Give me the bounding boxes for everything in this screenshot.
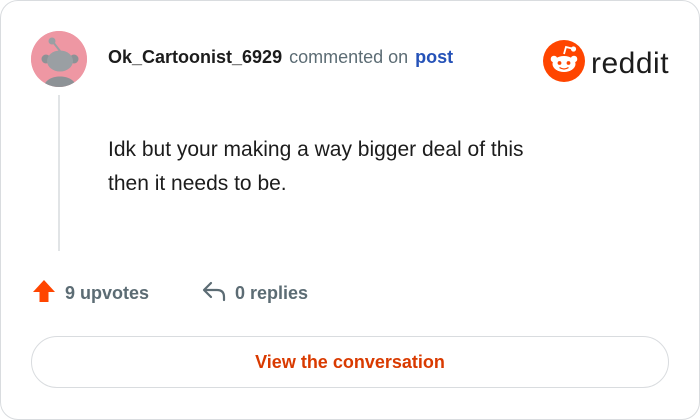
comment-actions: 9 upvotes 0 replies (31, 277, 308, 309)
upvote-arrow-icon (31, 278, 57, 309)
upvote-button[interactable]: 9 upvotes (31, 278, 201, 309)
upvote-count: 9 upvotes (65, 282, 150, 303)
reddit-wordmark: reddit (591, 46, 670, 80)
action-text: commented on (289, 47, 409, 67)
comment-line: Idk but your making a way bigger deal of… (108, 138, 524, 161)
snoo-avatar-icon[interactable] (31, 31, 87, 87)
replies-button[interactable]: 0 replies (201, 278, 308, 309)
comment-header: Ok_Cartoonist_6929 commented on post (108, 47, 453, 73)
comment-body: Idk but your making a way bigger deal of… (108, 133, 648, 201)
username-link[interactable]: Ok_Cartoonist_6929 (108, 47, 282, 68)
view-conversation-button[interactable]: View the conversation (31, 336, 669, 388)
reply-count: 0 replies (235, 282, 309, 303)
reply-arrow-icon (201, 278, 227, 309)
reddit-snoo-icon (543, 40, 585, 87)
reddit-logo[interactable]: reddit (543, 40, 669, 87)
embedded-comment-card: Ok_Cartoonist_6929 commented on post red… (0, 0, 700, 420)
thread-line (58, 95, 60, 251)
post-link[interactable]: post (415, 47, 453, 68)
comment-line: then it needs to be. (108, 172, 287, 195)
